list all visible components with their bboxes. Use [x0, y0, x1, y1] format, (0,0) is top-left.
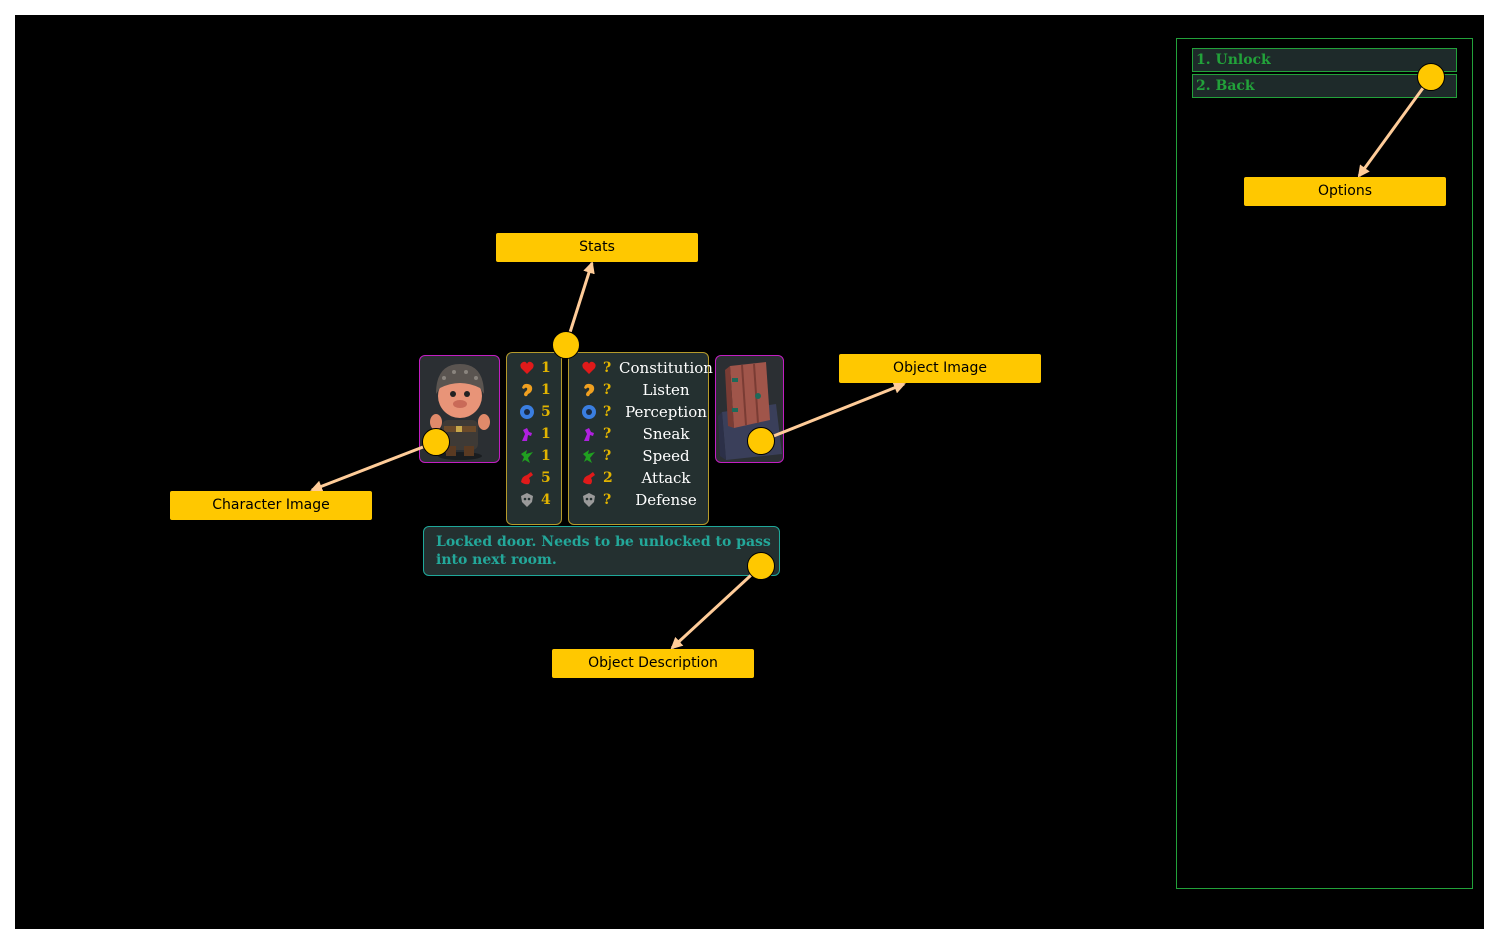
options-label: Options	[1244, 177, 1446, 206]
arrow-object-description	[670, 564, 763, 650]
object-image-marker-dot	[747, 427, 775, 455]
stats-marker-dot	[552, 331, 580, 359]
stats-label: Stats	[496, 233, 698, 262]
character-image-marker-dot	[422, 428, 450, 456]
options-marker-dot	[1417, 63, 1445, 91]
object-description-label: Object Description	[552, 649, 754, 678]
annotation-arrows	[310, 76, 1433, 650]
object-description-marker-dot	[747, 552, 775, 580]
arrow-options	[1357, 76, 1433, 178]
arrow-character-image	[310, 440, 437, 492]
character-image-label: Character Image	[170, 491, 372, 520]
arrow-object-image	[760, 382, 906, 443]
object-image-label: Object Image	[839, 354, 1041, 383]
